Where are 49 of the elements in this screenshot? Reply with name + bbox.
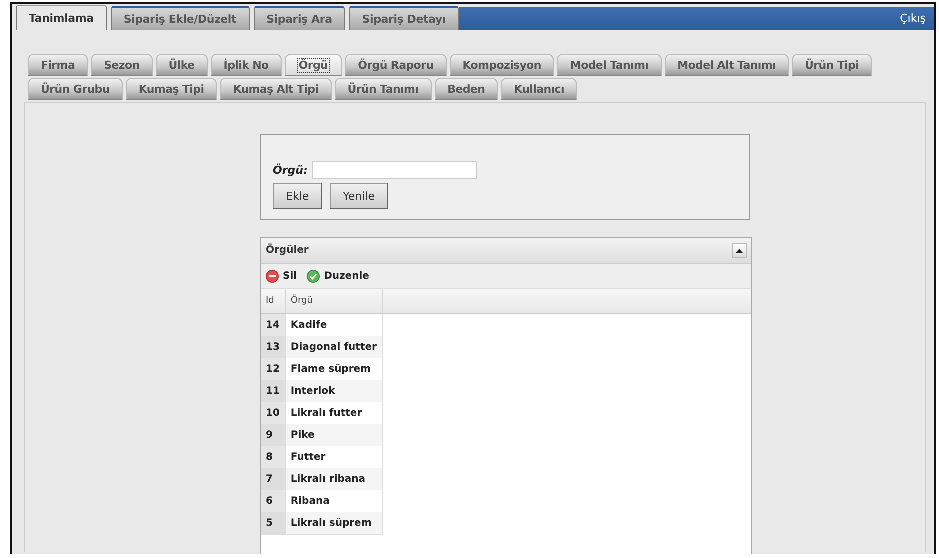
sub-tab[interactable]: Kullanıcı: [501, 78, 578, 100]
sub-tab[interactable]: Ürün Grubu: [28, 78, 123, 100]
sub-tab[interactable]: Örgü Raporu: [345, 54, 447, 76]
field-label: Örgü:: [273, 164, 308, 176]
sub-tab[interactable]: Kumaş Alt Tipi: [220, 78, 332, 100]
sub-tab[interactable]: Sezon: [91, 54, 153, 76]
toolbar-button[interactable]: Duzenle: [307, 270, 370, 282]
table-cell: Likralı süprem: [285, 512, 382, 534]
table-cell: Diagonal futter: [285, 336, 382, 358]
table-cell: 6: [261, 490, 286, 512]
sub-tab[interactable]: Model Tanımı: [557, 54, 662, 76]
sub-tab[interactable]: İplik No: [210, 54, 282, 76]
sub-tab[interactable]: Ürün Tipi: [792, 54, 872, 76]
toolbar-button[interactable]: Sil: [266, 270, 298, 282]
table-cell: 12: [261, 358, 286, 380]
sub-tab[interactable]: Kumaş Tipi: [126, 78, 218, 100]
minus-circle-icon: [266, 270, 279, 282]
sub-tab[interactable]: Beden: [434, 78, 498, 100]
table-cell: 10: [261, 402, 286, 424]
table-cell: Interlok: [285, 380, 382, 402]
table-cell: 7: [261, 468, 286, 490]
main-tab[interactable]: Sipariş Ekle/Düzelt: [110, 6, 250, 30]
grid-title: Örgüler: [266, 245, 309, 256]
text-field[interactable]: [312, 161, 477, 179]
table-cell: Pike: [285, 424, 382, 446]
form-button[interactable]: Yenile: [330, 183, 388, 209]
table-cell: 9: [261, 424, 286, 446]
sub-tab[interactable]: Ülke: [156, 54, 208, 76]
sub-tab[interactable]: Ürün Tanımı: [334, 78, 432, 100]
column-header[interactable]: Id: [261, 289, 286, 314]
sub-tab[interactable]: Örgü: [284, 54, 342, 76]
table-cell: 13: [261, 336, 286, 358]
table-cell: 5: [261, 512, 286, 534]
main-tab[interactable]: Sipariş Detayı: [349, 6, 459, 30]
table-cell: 14: [261, 314, 286, 336]
column-header[interactable]: Örgü: [285, 289, 382, 314]
sub-tab[interactable]: Model Alt Tanımı: [664, 54, 789, 76]
check-circle-icon: [307, 270, 320, 282]
logout-link[interactable]: Çıkış: [900, 12, 926, 25]
sub-tab[interactable]: Kompozisyon: [450, 54, 554, 76]
form-button[interactable]: Ekle: [273, 183, 322, 209]
main-tab[interactable]: Sipariş Ara: [254, 6, 346, 30]
triangle-up-icon: [736, 248, 743, 252]
table-cell: Likralı ribana: [285, 468, 382, 490]
table-cell: 8: [261, 446, 286, 468]
main-tab[interactable]: Tanimlama: [16, 5, 107, 30]
table-cell: 11: [261, 380, 286, 402]
sub-tab[interactable]: Firma: [28, 54, 88, 76]
collapse-button[interactable]: [732, 243, 747, 258]
